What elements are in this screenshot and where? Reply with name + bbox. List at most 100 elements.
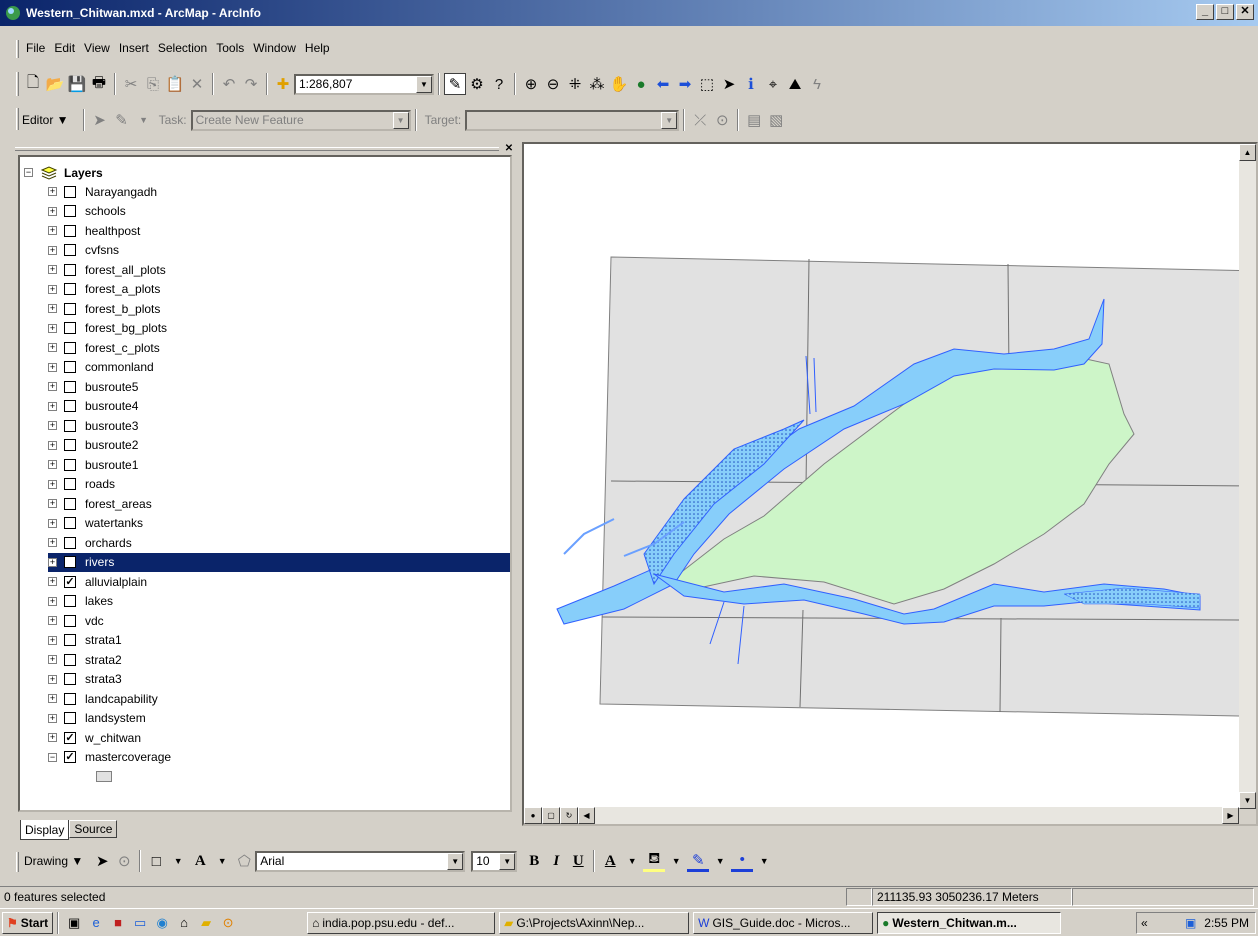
expand-icon[interactable]: + bbox=[48, 304, 57, 313]
task-arcmap[interactable]: ● Western_Chitwan.m... bbox=[877, 911, 1062, 934]
scroll-up-icon[interactable]: ▲ bbox=[1239, 144, 1256, 161]
whats-this-icon[interactable]: ? bbox=[488, 73, 510, 95]
layer-visibility-checkbox[interactable] bbox=[64, 341, 76, 354]
zoom-in-icon[interactable]: ⊕ bbox=[520, 73, 542, 95]
layer-visibility-checkbox[interactable]: ✓ bbox=[64, 556, 76, 568]
layer-visibility-checkbox[interactable] bbox=[64, 478, 76, 490]
tray-expand-chevron[interactable]: « bbox=[1141, 916, 1148, 930]
underline-button[interactable]: U bbox=[567, 850, 589, 872]
chevron-down-icon[interactable]: ▼ bbox=[665, 850, 687, 872]
layer-visibility-checkbox[interactable] bbox=[64, 205, 76, 217]
edit-tool-arrow-icon[interactable]: ➤ bbox=[89, 109, 111, 131]
menu-view[interactable]: View bbox=[84, 41, 110, 55]
arctoolbox-icon[interactable]: ⚙ bbox=[466, 73, 488, 95]
italic-button[interactable]: I bbox=[545, 850, 567, 872]
edit-vertices-icon[interactable]: ⬠ bbox=[233, 850, 255, 872]
layer-visibility-checkbox[interactable] bbox=[64, 419, 76, 432]
find-binoculars-icon[interactable]: ⌖ bbox=[762, 73, 784, 95]
expand-icon[interactable]: + bbox=[48, 674, 57, 684]
map-vertical-scrollbar[interactable]: ▲ ▼ bbox=[1239, 144, 1256, 809]
font-size-combo[interactable]: 10 ▼ bbox=[471, 850, 518, 872]
pan-hand-icon[interactable]: ✋ bbox=[608, 73, 630, 95]
layer-row-mastercoverage[interactable]: − ✓ mastercoverage bbox=[48, 748, 510, 767]
map-scale-combo[interactable]: 1:286,807 ▼ bbox=[294, 73, 434, 95]
layer-visibility-checkbox[interactable] bbox=[64, 263, 76, 276]
expand-icon[interactable]: + bbox=[48, 460, 57, 469]
attributes-icon[interactable]: ▤ bbox=[743, 109, 765, 131]
save-icon[interactable]: 💾 bbox=[66, 73, 88, 95]
chevron-down-icon[interactable]: ▼ bbox=[447, 852, 464, 870]
expand-icon[interactable]: + bbox=[48, 616, 57, 625]
layer-row-watertanks[interactable]: + watertanks bbox=[48, 514, 510, 533]
layer-row-busroute4[interactable]: + busroute4 bbox=[48, 397, 510, 416]
layer-row-lakes[interactable]: + lakes bbox=[48, 592, 510, 611]
scroll-down-icon[interactable]: ▼ bbox=[1239, 792, 1256, 809]
chevron-down-icon[interactable]: ▼ bbox=[661, 111, 678, 129]
zoom-out-icon[interactable]: ⊖ bbox=[542, 73, 564, 95]
expand-icon[interactable]: + bbox=[48, 187, 57, 196]
expand-icon[interactable]: + bbox=[48, 557, 57, 567]
copy-icon[interactable]: ⎘ bbox=[142, 73, 164, 95]
layer-visibility-checkbox[interactable] bbox=[64, 361, 76, 373]
layer-visibility-checkbox[interactable] bbox=[64, 497, 76, 510]
maximize-button[interactable]: □ bbox=[1216, 4, 1234, 20]
layer-row-alluvialplain[interactable]: + ✓ alluvialplain bbox=[48, 572, 510, 591]
drawing-menu[interactable]: Drawing ▼ bbox=[24, 854, 83, 868]
menu-insert[interactable]: Insert bbox=[119, 41, 149, 55]
expand-icon[interactable]: + bbox=[48, 733, 57, 742]
layer-row-healthpost[interactable]: + healthpost bbox=[48, 221, 510, 240]
layer-row-forest-b-plots[interactable]: + forest_b_plots bbox=[48, 299, 510, 318]
menu-help[interactable]: Help bbox=[305, 41, 330, 55]
bold-button[interactable]: B bbox=[523, 850, 545, 872]
rectangle-icon[interactable]: □ bbox=[145, 850, 167, 872]
quicklaunch-app-icon[interactable]: ■ bbox=[109, 914, 127, 932]
menu-file[interactable]: File bbox=[26, 41, 45, 55]
chevron-down-icon[interactable]: ▼ bbox=[167, 850, 189, 872]
back-arrow-icon[interactable]: ⬅ bbox=[652, 73, 674, 95]
expand-icon[interactable]: + bbox=[48, 713, 57, 723]
paste-icon[interactable]: 📋 bbox=[164, 73, 186, 95]
chevron-down-icon[interactable]: ▼ bbox=[392, 111, 409, 129]
scroll-left-icon[interactable]: ◀ bbox=[578, 807, 595, 824]
layer-row-landcapability[interactable]: + landcapability bbox=[48, 689, 510, 708]
layer-row-busroute1[interactable]: + busroute1 bbox=[48, 455, 510, 474]
menu-window[interactable]: Window bbox=[253, 41, 296, 55]
layer-visibility-checkbox[interactable] bbox=[64, 380, 76, 393]
select-elements-arrow-icon[interactable]: ➤ bbox=[91, 850, 113, 872]
refresh-icon[interactable]: ↻ bbox=[560, 807, 578, 824]
select-elements-arrow-icon[interactable]: ➤ bbox=[718, 73, 740, 95]
map-canvas[interactable] bbox=[524, 144, 1258, 809]
start-button[interactable]: ⚑ Start bbox=[2, 911, 54, 934]
new-document-icon[interactable]: 🗋 bbox=[22, 73, 44, 95]
split-tool-icon[interactable]: ⤫ bbox=[689, 109, 711, 131]
expand-icon[interactable]: + bbox=[48, 382, 57, 391]
expand-icon[interactable]: + bbox=[48, 655, 57, 664]
fixed-zoom-out-icon[interactable]: ⁂ bbox=[586, 73, 608, 95]
chevron-down-icon[interactable]: ▼ bbox=[211, 850, 233, 872]
rotate-tool-icon[interactable]: ⊙ bbox=[711, 109, 733, 131]
layer-row-forest-bg-plots[interactable]: + forest_bg_plots bbox=[48, 319, 510, 338]
layer-visibility-checkbox[interactable] bbox=[64, 400, 76, 412]
layer-visibility-checkbox[interactable] bbox=[64, 614, 76, 627]
close-button[interactable]: ✕ bbox=[1236, 4, 1254, 20]
layer-row-forest-c-plots[interactable]: + forest_c_plots bbox=[48, 338, 510, 357]
layer-visibility-checkbox[interactable] bbox=[64, 302, 76, 315]
fixed-zoom-in-icon[interactable]: ⁜ bbox=[564, 73, 586, 95]
chevron-down-icon[interactable]: ▼ bbox=[753, 850, 775, 872]
expand-icon[interactable]: + bbox=[48, 538, 57, 547]
layer-visibility-checkbox[interactable] bbox=[64, 224, 76, 237]
rotate-icon[interactable]: ⊙ bbox=[113, 850, 135, 872]
network-tray-icon[interactable]: ▣ bbox=[1185, 916, 1196, 930]
expand-icon[interactable]: + bbox=[48, 226, 57, 235]
layer-row-forest-a-plots[interactable]: + forest_a_plots bbox=[48, 280, 510, 299]
layer-row-strata3[interactable]: + strata3 bbox=[48, 670, 510, 689]
menu-selection[interactable]: Selection bbox=[158, 41, 207, 55]
collapse-icon[interactable]: − bbox=[24, 168, 33, 177]
layer-row-roads[interactable]: + roads bbox=[48, 475, 510, 494]
layout-view-icon[interactable]: ▢ bbox=[542, 807, 560, 824]
layer-row-busroute2[interactable]: + busroute2 bbox=[48, 436, 510, 455]
layer-visibility-checkbox[interactable]: ✓ bbox=[64, 751, 76, 763]
editor-toolbar-icon[interactable]: ✎ bbox=[444, 73, 466, 95]
print-icon[interactable]: 🖶 bbox=[88, 73, 110, 95]
chevron-down-icon[interactable]: ▼ bbox=[621, 850, 643, 872]
